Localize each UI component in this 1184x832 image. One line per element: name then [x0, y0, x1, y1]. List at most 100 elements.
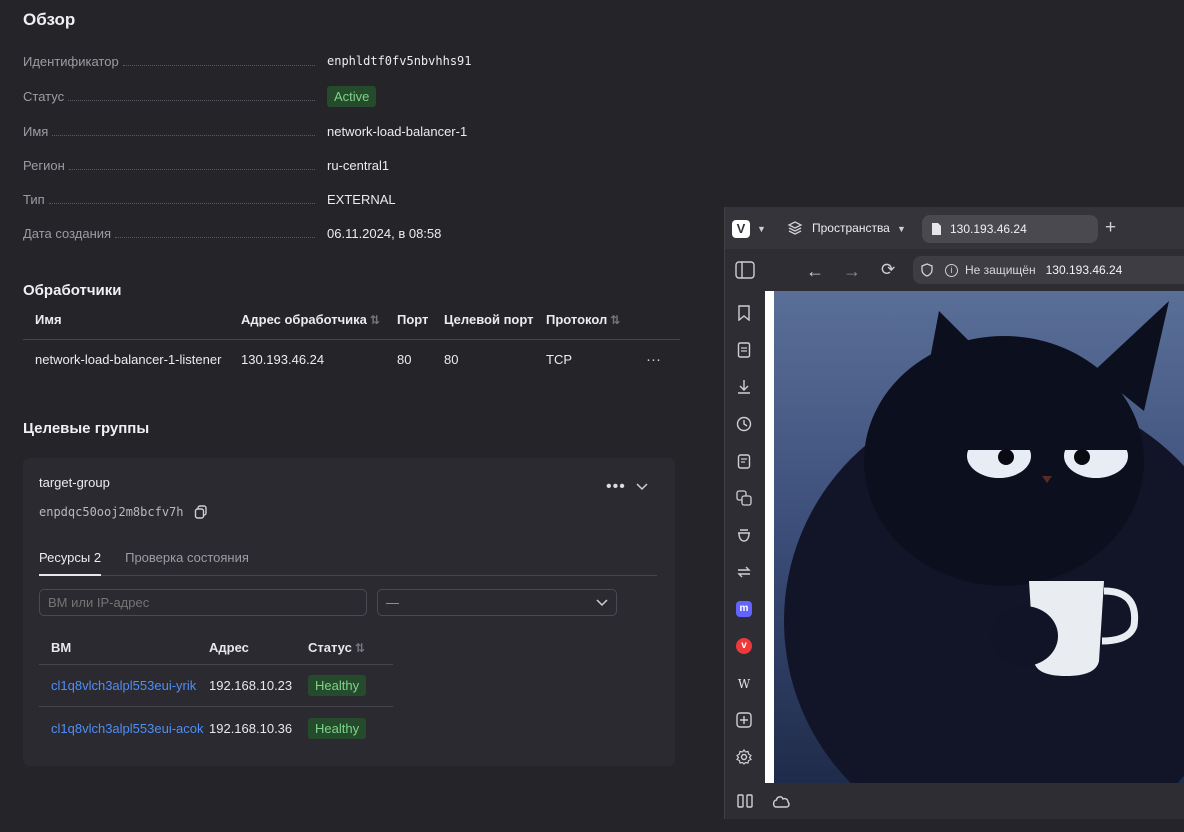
overview-label: Регион — [23, 157, 65, 173]
chevron-down-icon[interactable] — [636, 479, 648, 494]
col-protocol[interactable]: Протокол ⇅ — [546, 312, 646, 327]
sort-icon[interactable]: ⇅ — [355, 641, 365, 655]
overview-row-name: Имя network-load-balancer-1 — [23, 121, 623, 141]
target-groups-title: Целевые группы — [23, 420, 150, 437]
forward-icon[interactable]: → — [843, 261, 861, 282]
tiling-icon[interactable] — [737, 794, 753, 811]
col-name: Имя — [35, 312, 62, 327]
vm-link[interactable]: cl1q8vlch3alpl553eui-yrik — [39, 678, 209, 693]
col-status[interactable]: Статус ⇅ — [308, 640, 393, 655]
col-vm: ВМ — [51, 640, 72, 655]
health-badge: Healthy — [308, 675, 367, 696]
back-icon[interactable]: ← — [806, 261, 824, 282]
vm-link[interactable]: cl1q8vlch3alpl553eui-acok — [39, 721, 209, 736]
listeners-table-header: Имя Адрес обработчика ⇅ Порт Целевой порт… — [23, 308, 680, 340]
tab-title: 130.193.46.24 — [950, 222, 1027, 236]
row-menu-icon[interactable]: ··· — [646, 351, 676, 368]
reload-icon[interactable]: ⟳ — [881, 260, 895, 280]
address-bar[interactable]: i Не защищён 130.193.46.24 — [913, 256, 1184, 284]
translate-icon[interactable] — [734, 488, 754, 508]
browser-statusbar — [725, 783, 1184, 819]
vivaldi-icon[interactable]: v — [734, 636, 754, 656]
tab-health-check[interactable]: Проверка состояния — [125, 547, 249, 575]
overview-label: Идентификатор — [23, 53, 119, 69]
sort-icon[interactable]: ⇅ — [610, 313, 620, 327]
resources-table-header: ВМ Адрес Статус ⇅ — [39, 631, 393, 665]
target-group-tabs: Ресурсы 2 Проверка состояния — [39, 547, 657, 576]
overview-value: ru-central1 — [327, 157, 390, 173]
overview-label: Дата создания — [23, 225, 112, 241]
overview-title: Обзор — [23, 10, 76, 29]
chevron-down-icon — [596, 595, 608, 610]
browser-tabbar: V ▼ Пространства ▼ 130.193.46.24 + — [725, 207, 1184, 249]
col-address[interactable]: Адрес обработчика ⇅ — [241, 312, 397, 327]
col-target-port: Целевой порт — [444, 312, 534, 327]
target-group-name: target-group — [39, 475, 110, 490]
add-panel-icon[interactable] — [734, 710, 754, 730]
health-badge: Healthy — [308, 717, 367, 739]
overview-label: Имя — [23, 123, 49, 139]
reading-list-icon[interactable] — [734, 340, 754, 360]
table-row: cl1q8vlch3alpl553eui-yrik 192.168.10.23 … — [39, 665, 393, 707]
webpage-content[interactable] — [765, 291, 1184, 783]
overview-row-type: Тип EXTERNAL — [23, 189, 623, 209]
url-text: 130.193.46.24 — [1045, 263, 1123, 277]
copy-icon[interactable] — [194, 505, 208, 519]
panel-toggle-icon[interactable] — [735, 261, 755, 282]
more-icon[interactable]: ••• — [606, 478, 626, 496]
table-row: network-load-balancer-1-listener 130.193… — [23, 340, 680, 378]
overview-row-id: Идентификатор enphldtf0fv5nbvhhs91 — [23, 51, 623, 71]
shield-icon[interactable] — [921, 263, 933, 277]
overview-value: 06.11.2024, в 08:58 — [327, 225, 442, 241]
layers-icon[interactable] — [787, 220, 803, 239]
vivaldi-logo-icon[interactable]: V — [732, 220, 750, 238]
vm-address: 192.168.10.36 — [209, 720, 293, 736]
listener-port: 80 — [397, 351, 412, 367]
overview-label: Статус — [23, 88, 65, 104]
browser-navbar: ← → ⟳ i Не защищён 130.193.46.24 — [725, 249, 1184, 291]
listener-target-port: 80 — [444, 351, 459, 367]
security-label: Не защищён — [965, 263, 1036, 277]
browser-tab[interactable]: 130.193.46.24 — [922, 215, 1098, 243]
select-value: — — [386, 595, 399, 610]
overview-value: EXTERNAL — [327, 191, 396, 207]
overview-value: enphldtf0fv5nbvhhs91 — [327, 54, 472, 68]
col-port: Порт — [397, 312, 429, 327]
overview-row-created: Дата создания 06.11.2024, в 08:58 — [23, 223, 623, 243]
vm-address: 192.168.10.23 — [209, 678, 293, 693]
settings-icon[interactable] — [734, 747, 754, 767]
history-icon[interactable] — [734, 414, 754, 434]
listener-protocol: TCP — [546, 351, 572, 367]
col-address: Адрес — [209, 640, 249, 655]
wikipedia-icon[interactable]: W — [734, 674, 754, 694]
spaces-label[interactable]: Пространства — [812, 221, 890, 235]
bookmark-icon[interactable] — [734, 303, 754, 323]
listeners-title: Обработчики — [23, 282, 122, 299]
search-input[interactable] — [39, 589, 367, 616]
overview-row-status: Статус Active — [23, 85, 623, 107]
page-icon — [931, 222, 942, 239]
browser-sidebar: m v W — [725, 291, 765, 783]
target-group-id: enpdqc50ooj2m8bcfv7h — [39, 505, 208, 519]
new-tab-icon[interactable]: + — [1105, 217, 1116, 239]
table-row: cl1q8vlch3alpl553eui-acok 192.168.10.36 … — [39, 707, 393, 749]
cloud-icon[interactable] — [771, 794, 791, 811]
sort-icon[interactable]: ⇅ — [370, 313, 380, 327]
status-badge: Active — [327, 85, 377, 107]
sync-icon[interactable] — [734, 562, 754, 582]
chevron-down-icon[interactable]: ▼ — [897, 224, 906, 234]
overview-row-region: Регион ru-central1 — [23, 155, 623, 175]
info-icon[interactable]: i — [945, 263, 958, 277]
listener-address: 130.193.46.24 — [241, 351, 325, 367]
cat-image — [774, 291, 1184, 783]
filter-select[interactable]: — — [377, 589, 617, 616]
mastodon-icon[interactable]: m — [734, 599, 754, 619]
download-icon[interactable] — [734, 377, 754, 397]
tea-icon[interactable] — [734, 525, 754, 545]
listener-name: network-load-balancer-1-listener — [35, 351, 222, 367]
overview-label: Тип — [23, 191, 45, 207]
chevron-down-icon[interactable]: ▼ — [757, 224, 766, 234]
browser-window: V ▼ Пространства ▼ 130.193.46.24 + ← → ⟳… — [724, 207, 1184, 819]
tab-resources[interactable]: Ресурсы 2 — [39, 547, 102, 576]
notes-icon[interactable] — [734, 451, 754, 471]
